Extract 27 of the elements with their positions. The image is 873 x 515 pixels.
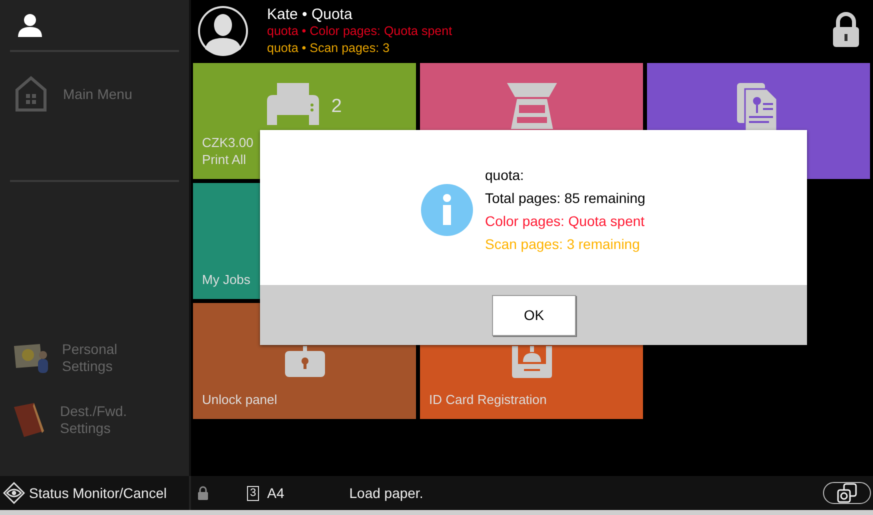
house-icon (15, 76, 47, 112)
avatar-icon (197, 5, 249, 57)
info-icon (421, 184, 473, 236)
tray-number: 3 (247, 486, 260, 500)
dialog-message: Scan pages: 3 remaining (485, 235, 641, 254)
user-name: Kate • Quota (267, 6, 354, 22)
dialog-message: quota: (485, 166, 525, 185)
dialog-message: Total pages: 85 remaining (485, 189, 646, 208)
ok-button[interactable]: OK (492, 294, 576, 336)
copy-icon (836, 483, 858, 503)
user-icon[interactable] (17, 13, 43, 37)
status-message: Load paper. (349, 485, 424, 501)
lock-icon (197, 486, 209, 500)
quota-status: quota • Color pages: Quota spent (267, 22, 452, 40)
settings-icon (12, 342, 48, 374)
sidebar-item[interactable]: Personal Settings (0, 327, 189, 389)
eye-icon (3, 482, 25, 504)
switch-button[interactable] (823, 482, 871, 504)
job-count: 2 (331, 98, 342, 114)
lock-icon[interactable] (832, 12, 860, 48)
sidebar-item[interactable]: Main Menu (0, 66, 189, 122)
dialog-message: Color pages: Quota spent (485, 212, 646, 231)
sidebar-item[interactable]: Dest./Fwd. Settings (0, 389, 189, 451)
scanner-icon (506, 83, 556, 129)
quota-status: quota • Scan pages: 3 (267, 40, 391, 56)
paper-size: A4 (267, 485, 284, 501)
book-icon (12, 401, 46, 439)
